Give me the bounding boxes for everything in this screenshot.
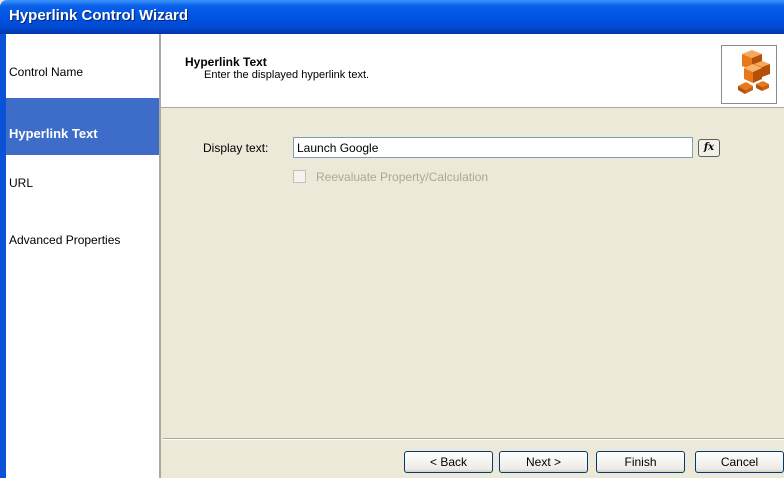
display-text-field[interactable] [293, 137, 693, 158]
sidebar-item-hyperlink-text[interactable]: Hyperlink Text [6, 98, 159, 155]
next-button[interactable]: Next > [499, 451, 588, 473]
header-divider [161, 107, 784, 108]
display-text-label: Display text: [203, 141, 269, 155]
reevaluate-checkbox[interactable] [293, 170, 306, 183]
sidebar-item-label: Hyperlink Text [9, 126, 98, 141]
sidebar-item-label: Advanced Properties [9, 233, 121, 247]
sidebar-item-advanced-properties[interactable]: Advanced Properties [6, 210, 159, 270]
sidebar-item-url[interactable]: URL [6, 155, 159, 210]
wizard-sidebar: Control Name Hyperlink Text URL Advanced… [6, 34, 159, 478]
window-title: Hyperlink Control Wizard [9, 7, 189, 24]
wizard-header: Hyperlink Text Enter the displayed hyper… [161, 34, 784, 107]
title-bar[interactable]: Hyperlink Control Wizard [0, 0, 784, 34]
sidebar-item-label: URL [9, 176, 34, 190]
finish-button[interactable]: Finish [596, 451, 685, 473]
display-text-input[interactable] [294, 138, 690, 157]
footer-divider-highlight [163, 439, 784, 440]
back-button[interactable]: < Back [404, 451, 493, 473]
page-title: Hyperlink Text [185, 55, 267, 69]
sidebar-item-control-name[interactable]: Control Name [6, 34, 159, 98]
cancel-button[interactable]: Cancel [695, 451, 784, 473]
reevaluate-label: Reevaluate Property/Calculation [316, 170, 489, 184]
orange-cubes-icon [738, 50, 770, 94]
sidebar-item-label: Control Name [9, 65, 84, 79]
wizard-icon-frame [721, 45, 777, 104]
page-subtitle: Enter the displayed hyperlink text. [204, 69, 370, 81]
fx-button[interactable]: fx [698, 139, 720, 157]
